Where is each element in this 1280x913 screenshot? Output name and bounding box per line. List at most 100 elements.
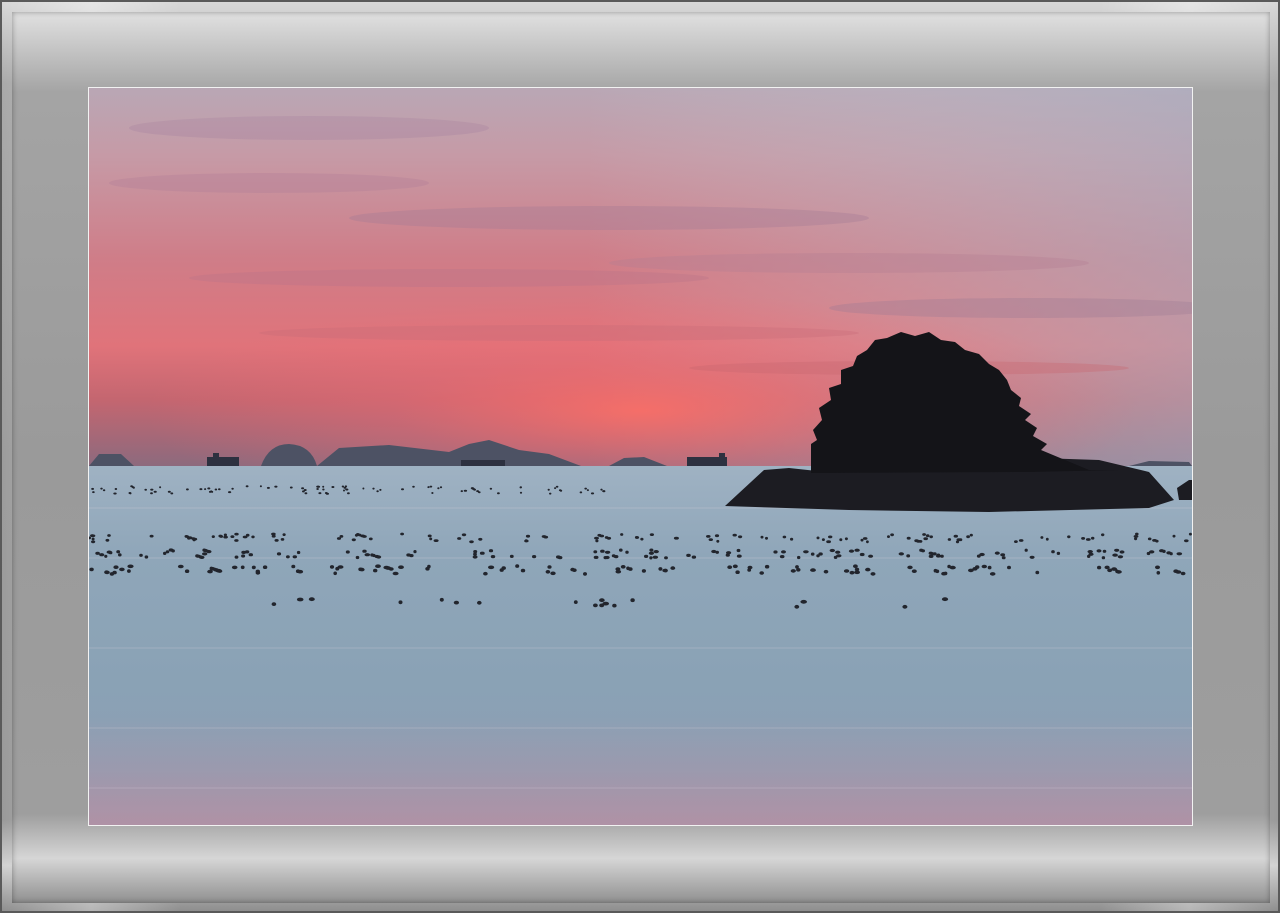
buoy [865, 567, 871, 572]
buoy [104, 554, 108, 558]
buoy [1035, 570, 1040, 575]
buoy [773, 550, 778, 554]
buoy [635, 536, 640, 539]
buoy [1087, 550, 1093, 554]
buoy [1149, 550, 1155, 554]
buoy [649, 533, 655, 536]
buoy [262, 565, 268, 569]
buoy [966, 535, 970, 539]
buoy [584, 487, 587, 490]
buoy [127, 569, 131, 573]
buoy [345, 488, 349, 491]
buoy [866, 540, 869, 544]
buoy [760, 535, 764, 539]
buoy [218, 488, 221, 491]
buoy [586, 489, 589, 492]
buoy [208, 490, 212, 493]
buoy [372, 487, 375, 490]
buoy [1119, 550, 1125, 554]
buoy [427, 564, 431, 569]
buoy [765, 536, 768, 540]
buoy [593, 603, 598, 608]
buoy [204, 488, 207, 491]
buoy [244, 550, 250, 554]
buoy [248, 553, 253, 557]
buoy [747, 565, 753, 570]
buoy [1155, 565, 1160, 570]
buoy [139, 553, 143, 557]
buoy [427, 486, 430, 489]
buoy [612, 603, 617, 608]
buoy [600, 488, 603, 491]
buoy [572, 568, 577, 572]
buoy [234, 555, 239, 559]
buoy [994, 551, 1000, 555]
buoy [1180, 571, 1186, 576]
buoy [207, 487, 211, 490]
buoy [859, 552, 865, 557]
buoy [1162, 549, 1166, 553]
buoy [472, 555, 478, 559]
buoy [240, 565, 245, 570]
buoy [599, 534, 605, 538]
buoy [797, 555, 801, 560]
buoy [362, 535, 367, 538]
buoy [706, 535, 711, 538]
buoy [322, 488, 325, 491]
buoy [810, 552, 815, 556]
buoy [711, 549, 717, 554]
buoy [898, 552, 904, 556]
buoy [595, 539, 599, 543]
buoy [437, 487, 440, 490]
buoy [354, 533, 359, 537]
buoy [781, 550, 786, 554]
buoy [296, 550, 301, 555]
buoy [206, 550, 212, 554]
buoy [398, 565, 404, 569]
buoy [826, 540, 831, 544]
buoy [129, 492, 132, 495]
buoy [1029, 555, 1035, 559]
buoy [217, 569, 223, 573]
buoy [1155, 539, 1159, 543]
buoy [613, 555, 619, 559]
buoy [593, 550, 598, 554]
buoy [1000, 553, 1006, 557]
buoy [726, 551, 732, 555]
buoy [555, 485, 559, 488]
buoy [543, 535, 549, 539]
buoy [488, 565, 495, 570]
buoy [316, 488, 319, 490]
buoy [648, 551, 655, 555]
buoy [483, 571, 488, 576]
buoy [379, 488, 382, 491]
buoy [116, 550, 121, 554]
buoy [573, 600, 578, 604]
buoy [594, 536, 599, 540]
buoy [171, 549, 175, 553]
buoy [343, 486, 347, 489]
buoy [113, 565, 119, 569]
buoy [979, 552, 985, 557]
sunset-sea-photo [88, 87, 1193, 826]
buoy [266, 486, 270, 489]
buoy [906, 536, 911, 540]
buoy [291, 564, 296, 569]
buoy [429, 485, 433, 488]
buoy [91, 487, 94, 490]
buoy [376, 490, 379, 493]
buoy [956, 538, 962, 542]
buoy [400, 532, 404, 536]
buoy [1001, 556, 1006, 560]
buoy [1115, 570, 1122, 574]
buoy [907, 565, 913, 570]
buoy [782, 535, 787, 539]
buoy [1091, 536, 1095, 540]
buoy [644, 554, 649, 558]
buoy [223, 533, 227, 537]
buoy [251, 565, 256, 570]
buoy [202, 552, 208, 556]
buoy [836, 554, 842, 558]
buoy [599, 598, 605, 603]
buoy [150, 492, 153, 495]
